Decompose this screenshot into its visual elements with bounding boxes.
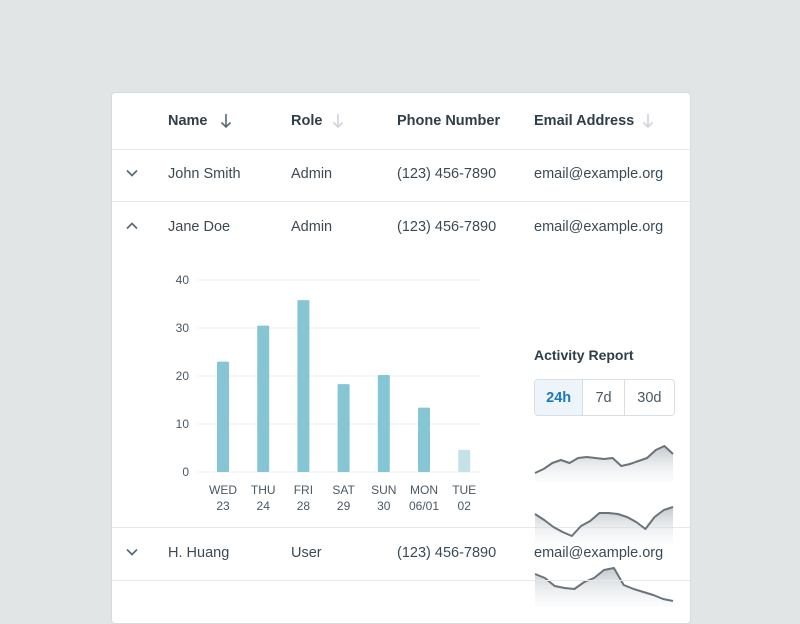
row-role: Admin — [291, 166, 333, 182]
row-name: H. Huang — [168, 545, 230, 561]
header-phone: Phone Number — [397, 113, 501, 129]
bar[interactable] — [377, 375, 390, 472]
bar[interactable] — [337, 384, 350, 472]
chevron-down-icon[interactable] — [125, 547, 139, 557]
range-7d-button[interactable]: 7d — [583, 380, 625, 415]
table-row[interactable]: H. Huang User (123) 456-7890 email@examp… — [112, 528, 690, 581]
y-tick-label: 40 — [176, 273, 190, 287]
table-header: Name Role Phone Number Email Address — [112, 93, 690, 150]
y-tick-label: 30 — [176, 321, 190, 335]
bar[interactable] — [458, 449, 471, 472]
table-row-expanded[interactable]: Jane Doe Admin (123) 456-7890 email@exam… — [112, 202, 690, 606]
x-tick-label: WED — [209, 483, 237, 497]
x-tick-label: 06/01 — [409, 499, 439, 512]
chevron-down-icon[interactable] — [125, 168, 139, 178]
row-email: email@example.org — [534, 545, 664, 561]
row-phone: (123) 456-7890 — [397, 166, 497, 182]
sort-arrow-down-icon[interactable] — [220, 113, 232, 129]
sparkline-area — [535, 446, 673, 482]
header-name[interactable]: Name — [168, 113, 208, 129]
table-row[interactable]: John Smith Admin (123) 456-7890 email@ex… — [112, 149, 690, 202]
row-role: User — [291, 545, 322, 561]
x-tick-label: 28 — [297, 499, 311, 512]
activity-bar-chart: 0 10 20 30 40 WED 23 THU 24 FRI 28 SAT 29 SUN 30 MON 06/… — [176, 273, 480, 512]
y-tick-label: 20 — [176, 369, 190, 383]
x-tick-label: FRI — [294, 483, 313, 497]
activity-report-title: Activity Report — [534, 347, 634, 363]
bar[interactable] — [297, 300, 310, 472]
x-tick-label: 23 — [216, 499, 230, 512]
range-30d-button[interactable]: 30d — [625, 380, 674, 415]
bar[interactable] — [217, 361, 229, 472]
x-tick-label: 02 — [458, 499, 472, 512]
row-role: Admin — [291, 219, 333, 235]
x-tick-label: MON — [410, 483, 438, 497]
sort-arrow-down-icon[interactable] — [332, 113, 344, 129]
x-tick-label: 24 — [257, 499, 271, 512]
sparkline-chart — [534, 445, 674, 482]
range-selector: 24h 7d 30d — [534, 379, 675, 416]
sort-arrow-down-icon[interactable] — [642, 113, 654, 129]
y-tick-label: 10 — [176, 417, 190, 431]
y-tick-label: 0 — [182, 465, 189, 479]
row-email: email@example.org — [534, 219, 664, 235]
row-phone: (123) 456-7890 — [397, 219, 497, 235]
bar[interactable] — [257, 325, 270, 472]
x-tick-label: 29 — [337, 499, 351, 512]
header-role[interactable]: Role — [291, 113, 322, 129]
chevron-up-icon[interactable] — [125, 221, 139, 231]
header-email[interactable]: Email Address — [534, 113, 634, 129]
table-row-partial[interactable] — [112, 581, 690, 623]
x-tick-label: SUN — [371, 483, 396, 497]
row-email: email@example.org — [534, 166, 664, 182]
users-table-card: Name Role Phone Number Email Address Joh… — [111, 92, 691, 624]
x-tick-label: 30 — [377, 499, 391, 512]
row-phone: (123) 456-7890 — [397, 545, 497, 561]
row-name: Jane Doe — [168, 219, 231, 235]
row-name: John Smith — [168, 166, 241, 182]
x-tick-label: THU — [251, 483, 276, 497]
bar[interactable] — [418, 407, 430, 472]
x-tick-label: TUE — [452, 483, 476, 497]
range-24h-button[interactable]: 24h — [535, 380, 584, 415]
x-tick-label: SAT — [332, 483, 355, 497]
